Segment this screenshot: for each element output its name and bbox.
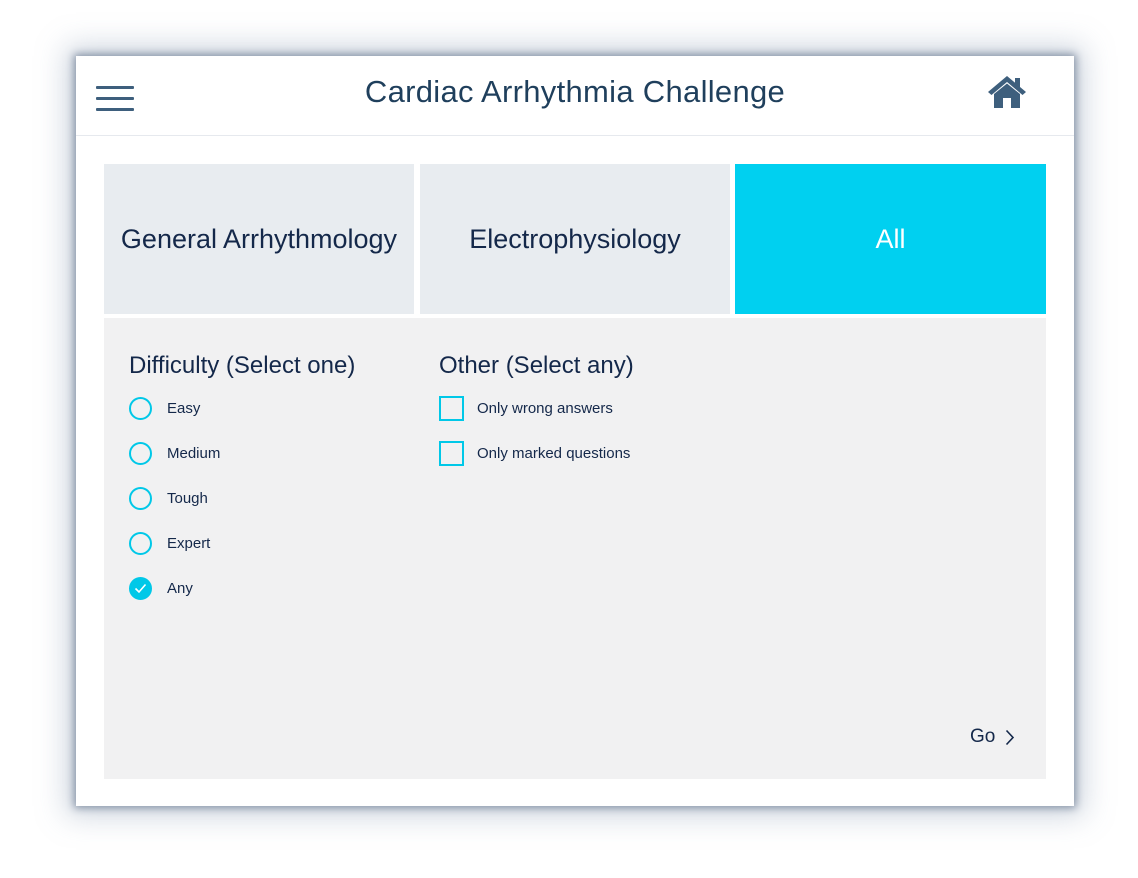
filter-panel: Difficulty (Select one) Easy Medium Toug… [104, 318, 1046, 779]
other-option-marked-questions[interactable]: Only marked questions [439, 438, 630, 468]
difficulty-option-easy[interactable]: Easy [129, 393, 200, 423]
radio-button-checked[interactable] [129, 576, 152, 600]
go-label: Go [970, 726, 996, 747]
radio-button[interactable] [129, 531, 152, 555]
app-header: Cardiac Arrhythmia Challenge [76, 56, 1074, 136]
option-label: Only wrong answers [477, 399, 613, 417]
tab-all[interactable]: All [735, 164, 1046, 314]
option-label: Easy [167, 399, 201, 417]
other-heading: Other (Select any) [439, 352, 634, 379]
difficulty-heading: Difficulty (Select one) [129, 352, 356, 379]
difficulty-option-medium[interactable]: Medium [129, 438, 220, 468]
option-label: Tough [167, 489, 208, 507]
tab-label: General Arrhythmology [120, 223, 398, 254]
radio-button[interactable] [129, 486, 152, 510]
radio-button[interactable] [129, 396, 152, 420]
option-label: Medium [167, 444, 221, 462]
tab-electrophysiology[interactable]: Electrophysiology [420, 164, 730, 314]
checkbox[interactable] [439, 395, 464, 421]
category-tabs: General Arrhythmology Electrophysiology … [104, 164, 1046, 314]
difficulty-option-any[interactable]: Any [129, 573, 193, 603]
app-window: Cardiac Arrhythmia Challenge General Arr… [76, 56, 1074, 806]
page-title: Cardiac Arrhythmia Challenge [364, 74, 786, 109]
difficulty-option-tough[interactable]: Tough [129, 483, 208, 513]
tab-label: Electrophysiology [469, 223, 681, 254]
option-label: Any [167, 579, 193, 597]
option-label: Expert [167, 534, 211, 552]
other-option-wrong-answers[interactable]: Only wrong answers [439, 393, 613, 423]
option-label: Only marked questions [477, 444, 631, 462]
checkmark-icon [134, 583, 147, 593]
home-icon[interactable] [986, 74, 1028, 112]
tab-general-arrhythmology[interactable]: General Arrhythmology [104, 164, 414, 314]
chevron-right-icon [1006, 729, 1015, 745]
tab-label: All [875, 223, 906, 254]
checkbox[interactable] [439, 440, 464, 466]
difficulty-option-expert[interactable]: Expert [129, 528, 210, 558]
radio-button[interactable] [129, 441, 152, 465]
go-button[interactable]: Go [970, 722, 1015, 752]
